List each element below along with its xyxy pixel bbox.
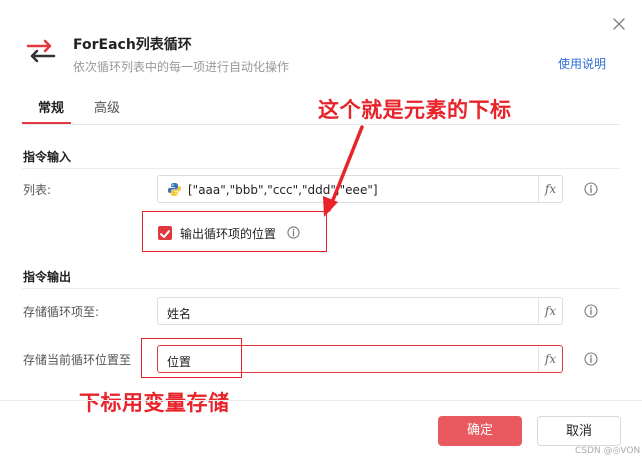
dialog-title: ForEach列表循环	[73, 37, 192, 53]
section-title-input: 指令输入	[23, 150, 72, 164]
info-icon[interactable]	[584, 352, 598, 366]
position-storage-label: 存储当前循环位置至	[23, 353, 132, 367]
fx-button-list[interactable]: fx	[538, 176, 562, 202]
footer-divider	[0, 400, 642, 401]
info-icon[interactable]	[287, 226, 300, 239]
close-icon[interactable]	[610, 15, 628, 33]
tabs-divider	[22, 124, 620, 125]
loop-arrows-icon	[26, 39, 56, 63]
annotation-index-note: 这个就是元素的下标	[318, 98, 512, 122]
section-divider-output	[22, 288, 620, 289]
dialog-subtitle: 依次循环列表中的每一项进行自动化操作	[73, 60, 290, 74]
output-position-label[interactable]: 输出循环项的位置	[180, 225, 276, 242]
fx-button-position[interactable]: fx	[538, 346, 562, 372]
list-value: ["aaa","bbb","ccc","ddd","eee"]	[188, 183, 378, 197]
info-icon[interactable]	[584, 182, 598, 196]
cancel-button[interactable]: 取消	[537, 416, 621, 446]
list-input[interactable]: ["aaa","bbb","ccc","ddd","eee"] fx	[157, 175, 563, 203]
check-icon	[160, 230, 170, 238]
position-storage-value: 位置	[167, 355, 192, 369]
info-icon[interactable]	[584, 304, 598, 318]
tab-advanced[interactable]: 高级	[94, 97, 120, 116]
foreach-dialog: ForEach列表循环 依次循环列表中的每一项进行自动化操作 使用说明 常规 高…	[0, 0, 642, 463]
list-label: 列表:	[23, 183, 52, 197]
python-icon	[167, 182, 182, 197]
tab-general[interactable]: 常规	[38, 97, 64, 116]
annotation-variable-note: 下标用变量存储	[79, 391, 230, 415]
item-storage-label: 存储循环项至:	[23, 305, 100, 319]
help-link[interactable]: 使用说明	[558, 55, 606, 72]
section-divider-input	[22, 168, 620, 169]
fx-button-item[interactable]: fx	[538, 298, 562, 324]
section-title-output: 指令输出	[23, 270, 72, 284]
position-storage-input[interactable]: 位置 fx	[157, 345, 563, 373]
item-storage-value: 姓名	[167, 307, 192, 321]
watermark: CSDN @◎VON	[575, 446, 641, 456]
item-storage-input[interactable]: 姓名 fx	[157, 297, 563, 325]
confirm-button[interactable]: 确定	[438, 416, 522, 446]
output-position-checkbox[interactable]	[158, 226, 172, 240]
